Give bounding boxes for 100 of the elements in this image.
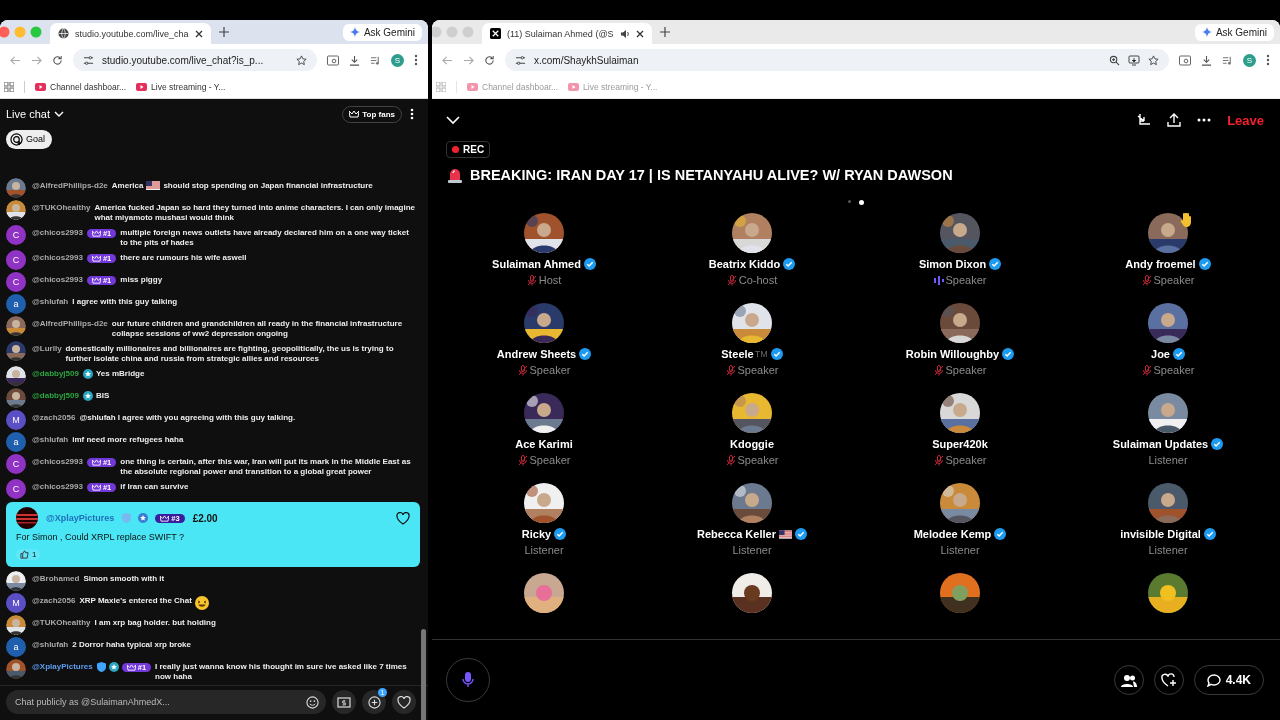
record-dot-icon (452, 146, 459, 153)
live-chat-dropdown[interactable]: Live chat (6, 108, 65, 120)
url-text: x.com/ShaykhSulaiman (534, 54, 639, 66)
participant-name[interactable]: Sulaiman Updates (1112, 438, 1209, 450)
author-name[interactable]: @TUKOhealthy (32, 203, 91, 213)
letter-avatar: C (6, 250, 26, 270)
heart-button[interactable] (392, 690, 416, 714)
star-icon[interactable] (1148, 54, 1159, 66)
new-tab-icon[interactable] (659, 27, 670, 37)
message-text: multiple foreign news outlets have already declared him on a one way ticket to the pits of hades (120, 228, 410, 248)
participant-name[interactable]: Kdoggie (730, 438, 774, 450)
address-bar[interactable]: studio.youtube.com/live_chat?is_p... (73, 49, 317, 71)
page-dot[interactable] (859, 200, 864, 205)
author-name[interactable]: @chicos2993 (32, 275, 83, 285)
author-name[interactable]: @TUKOhealthy (32, 618, 91, 628)
author-name[interactable]: @Lurlly (32, 344, 62, 354)
bookmark-link[interactable]: Channel dashboar... (35, 82, 127, 92)
microphone-button[interactable] (446, 658, 490, 702)
reload-icon[interactable] (52, 54, 63, 66)
install-icon[interactable] (1128, 54, 1140, 66)
author-name[interactable]: @shlufah (32, 640, 69, 650)
author-name[interactable]: @XplayPictures (46, 513, 115, 523)
participant-name[interactable]: Steele (721, 348, 754, 360)
participant-name[interactable]: Melodee Kemp (913, 528, 992, 540)
share-icon[interactable] (1167, 113, 1182, 127)
close-icon[interactable] (635, 29, 644, 38)
participant-name[interactable]: Rebecca Keller (697, 528, 776, 540)
participant-name[interactable]: Ricky (521, 528, 552, 540)
participant-name[interactable]: Joe (1151, 348, 1170, 360)
ask-gemini-button[interactable]: Ask Gemini (1194, 23, 1274, 41)
page-dot[interactable] (848, 200, 851, 203)
participant-name[interactable]: Ace Karimi (515, 438, 573, 450)
author-name[interactable]: @chicos2993 (32, 228, 83, 238)
people-button[interactable] (1113, 665, 1144, 695)
heart-plus-button[interactable] (1153, 665, 1184, 695)
apps-icon[interactable] (4, 82, 14, 92)
media-icon[interactable] (1222, 54, 1233, 66)
author-name[interactable]: @chicos2993 (32, 457, 83, 467)
menu-icon[interactable] (414, 54, 418, 66)
participant-name[interactable]: Super420k (932, 438, 988, 450)
minimize-icon[interactable] (1137, 113, 1152, 127)
participant-name[interactable]: Simon Dixon (918, 258, 987, 270)
media-icon[interactable] (370, 54, 381, 66)
muted-mic-icon (726, 274, 737, 286)
bookmark-link[interactable]: Live streaming - Y... (136, 82, 226, 92)
browser-tab[interactable]: studio.youtube.com/live_cha (50, 23, 211, 44)
author-name[interactable]: @dabbyj509 (32, 369, 79, 379)
more-icon[interactable] (410, 108, 414, 120)
close-icon[interactable] (194, 29, 203, 38)
super-chat-button[interactable] (332, 690, 356, 714)
more-icon[interactable] (1197, 118, 1212, 122)
ask-gemini-button[interactable]: Ask Gemini (342, 23, 422, 41)
author-name[interactable]: @dabbyj509 (32, 391, 79, 401)
letter-avatar: C (6, 479, 26, 499)
reload-icon[interactable] (484, 54, 495, 66)
tune-icon[interactable] (83, 54, 94, 66)
tab-search-icon[interactable] (1179, 54, 1191, 66)
menu-icon[interactable] (1266, 54, 1270, 66)
author-name[interactable]: @zach2056 (32, 596, 76, 606)
browser-tab[interactable]: (11) Sulaiman Ahmed (@S (482, 23, 652, 44)
author-name[interactable]: @Brohamed (32, 574, 80, 584)
star-icon[interactable] (296, 54, 307, 66)
chat-input-field[interactable]: Chat publicly as @SulaimanAhmedX... (6, 690, 326, 714)
speaker-icon[interactable] (619, 28, 630, 39)
participant-name[interactable]: Andy froemel (1125, 258, 1196, 270)
participant-name[interactable]: Andrew Sheets (496, 348, 577, 360)
muted-mic-icon (933, 454, 944, 466)
author-name[interactable]: @AlfredPhillips-d2e (32, 181, 108, 191)
top-fans-button[interactable]: Top fans (342, 105, 402, 123)
author-name[interactable]: @shlufah (32, 435, 69, 445)
participant-name[interactable]: Robin Willoughby (905, 348, 1000, 360)
emoji-icon[interactable] (306, 695, 319, 709)
tab-search-icon[interactable] (327, 54, 339, 66)
download-icon[interactable] (349, 54, 360, 66)
leave-button[interactable]: Leave (1227, 112, 1264, 128)
participant-name[interactable]: Beatrix Kiddo (708, 258, 781, 270)
author-name[interactable]: @AlfredPhillips-d2e (32, 319, 108, 329)
heart-icon[interactable] (396, 511, 410, 525)
message-text: if Iran can survive (120, 482, 189, 492)
letter-avatar: C (6, 225, 26, 245)
muted-mic-icon (1141, 364, 1152, 376)
author-name[interactable]: @shlufah (32, 297, 69, 307)
new-tab-icon[interactable] (218, 27, 229, 37)
money-icon (337, 696, 351, 708)
goal-chip[interactable]: Goal (6, 129, 52, 149)
comments-button[interactable]: 4.4K (1193, 665, 1264, 695)
author-name[interactable]: @chicos2993 (32, 253, 83, 263)
participant-name[interactable]: invisible Digital (1120, 528, 1201, 540)
tune-icon[interactable] (515, 54, 526, 66)
author-name[interactable]: @zach2056 (32, 413, 76, 423)
author-name[interactable]: @XplayPictures (32, 662, 93, 672)
chevron-down-icon[interactable] (446, 115, 460, 125)
address-bar[interactable]: x.com/ShaykhSulaiman (505, 49, 1169, 71)
participant-name[interactable]: Sulaiman Ahmed (492, 258, 581, 270)
zoom-icon[interactable] (1109, 54, 1120, 66)
letter-avatar: C (6, 454, 26, 474)
like-count[interactable]: 1 (16, 549, 41, 560)
participant-role: Speaker (945, 274, 987, 286)
author-name[interactable]: @chicos2993 (32, 482, 83, 492)
download-icon[interactable] (1201, 54, 1212, 66)
